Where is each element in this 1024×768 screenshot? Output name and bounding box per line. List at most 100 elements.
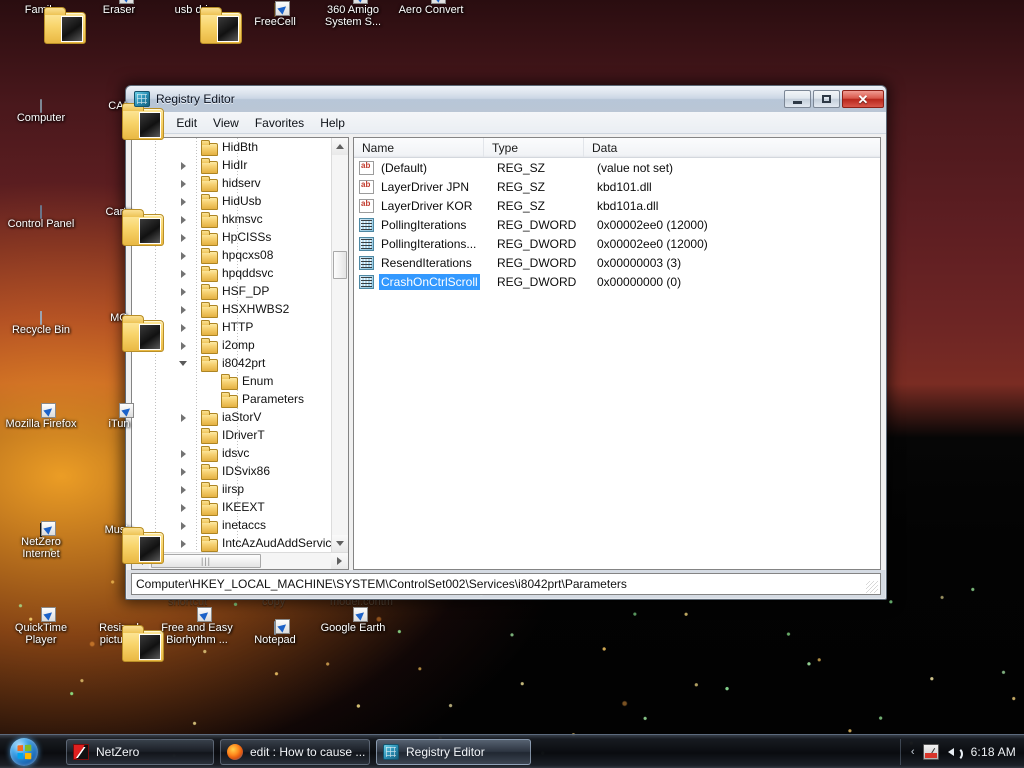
expand-arrow-icon[interactable] [178, 538, 189, 549]
menu-item-edit[interactable]: Edit [169, 114, 204, 132]
tree-hscroll-track[interactable]: ||| [149, 553, 331, 569]
tree-item[interactable]: i8042prt [132, 354, 331, 372]
desktop-icon-music[interactable]: Music [80, 524, 164, 564]
window-titlebar[interactable]: Registry Editor ✕ [126, 86, 886, 112]
menu-item-help[interactable]: Help [313, 114, 352, 132]
registry-values-pane[interactable]: Name Type Data (Default) REG_SZ (value not… [353, 137, 881, 570]
expand-arrow-icon[interactable] [178, 322, 189, 333]
network-icon[interactable] [922, 743, 939, 760]
tree-scroll-track[interactable] [332, 155, 348, 535]
expand-arrow-icon[interactable] [178, 268, 189, 279]
table-row[interactable]: PollingIterations REG_DWORD 0x00002ee0 (12… [354, 215, 880, 234]
expand-arrow-icon[interactable] [178, 502, 189, 513]
volume-icon[interactable] [947, 744, 963, 761]
column-header-name[interactable]: Name [354, 138, 484, 157]
tree-vertical-scrollbar[interactable] [331, 138, 348, 552]
column-header-data[interactable]: Data [584, 138, 880, 157]
tree-item[interactable]: IKEEXT [132, 498, 331, 516]
desktop-icon-recycle-bin[interactable]: Recycle Bin [2, 311, 80, 336]
table-row[interactable]: CrashOnCtrlScroll REG_DWORD 0x00000000 (0) [354, 272, 880, 291]
desktop-icon-resized-pictures[interactable]: Resized pictures [80, 622, 164, 662]
desktop-icon-google-earth[interactable]: Google Earth [314, 607, 392, 634]
taskbar-button-registry-editor[interactable]: Registry Editor [376, 738, 531, 765]
tree-item[interactable]: hpqddsvc [132, 264, 331, 282]
expand-arrow-icon[interactable] [178, 250, 189, 261]
expand-arrow-icon[interactable] [178, 340, 189, 351]
tree-item[interactable]: iaStorV [132, 408, 331, 426]
tree-item[interactable]: HidUsb [132, 192, 331, 210]
values-list[interactable]: (Default) REG_SZ (value not set) LayerDrive… [354, 158, 880, 569]
start-button[interactable] [2, 737, 46, 767]
column-header-type[interactable]: Type [484, 138, 584, 157]
tree-item[interactable]: HidBth [132, 138, 331, 156]
table-row[interactable]: LayerDriver JPN REG_SZ kbd101.dll [354, 177, 880, 196]
expand-arrow-icon[interactable] [178, 286, 189, 297]
tree-item[interactable]: iirsp [132, 480, 331, 498]
desktop-icon-itun[interactable]: iTun [80, 403, 158, 430]
desktop-icon-control-panel[interactable]: Control Panel [2, 205, 80, 230]
taskbar-button-netzero[interactable]: NetZero [66, 738, 214, 765]
expand-arrow-icon[interactable] [178, 520, 189, 531]
table-row[interactable]: PollingIterations... REG_DWORD 0x00002ee0 … [354, 234, 880, 253]
tree-item[interactable]: hidserv [132, 174, 331, 192]
tree-item[interactable]: inetaccs [132, 516, 331, 534]
tree-item[interactable]: HSF_DP [132, 282, 331, 300]
show-hidden-icons-icon[interactable]: ‹ [911, 746, 915, 758]
desktop-icon-mozilla-firefox[interactable]: Mozilla Firefox [2, 403, 80, 430]
values-column-header[interactable]: Name Type Data [354, 138, 880, 158]
clock[interactable]: 6:18 AM [971, 745, 1016, 759]
desktop-icon-notepad[interactable]: Notepad [236, 619, 314, 646]
expand-arrow-icon[interactable] [178, 448, 189, 459]
tree-scroll-thumb[interactable] [333, 251, 347, 279]
desktop-icon-computer[interactable]: Computer [2, 99, 80, 124]
desktop-icon-mo[interactable]: MO [80, 312, 164, 352]
taskbar[interactable]: NetZero edit : How to cause ... Registry E… [0, 734, 1024, 768]
table-row[interactable]: LayerDriver KOR REG_SZ kbd101a.dll [354, 196, 880, 215]
expand-arrow-icon[interactable] [178, 466, 189, 477]
desktop-icon-carto[interactable]: Carto [80, 206, 164, 246]
collapse-arrow-icon[interactable] [178, 358, 189, 369]
scroll-up-button[interactable] [332, 138, 348, 155]
minimize-button[interactable] [784, 90, 811, 108]
expand-arrow-icon[interactable] [178, 412, 189, 423]
tree-item[interactable]: idsvc [132, 444, 331, 462]
scroll-right-button[interactable] [331, 553, 348, 569]
menu-item-favorites[interactable]: Favorites [248, 114, 311, 132]
desktop-icon-aero-convert[interactable]: Aero Convert [392, 0, 470, 16]
registry-editor-window[interactable]: Registry Editor ✕ FileEditViewFavoritesH… [125, 85, 887, 600]
tree-item[interactable]: HSXHWBS2 [132, 300, 331, 318]
tree-item[interactable]: Enum [132, 372, 331, 390]
maximize-button[interactable] [813, 90, 840, 108]
expand-arrow-icon[interactable] [178, 214, 189, 225]
tree-item[interactable]: IDriverT [132, 426, 331, 444]
desktop-icon-freecell[interactable]: FreeCell [236, 1, 314, 28]
tree-item[interactable]: HidIr [132, 156, 331, 174]
system-tray[interactable]: ‹ 6:18 AM [899, 738, 1024, 765]
expand-arrow-icon[interactable] [178, 196, 189, 207]
table-row[interactable]: (Default) REG_SZ (value not set) [354, 158, 880, 177]
close-button[interactable]: ✕ [842, 90, 884, 108]
menu-item-view[interactable]: View [206, 114, 246, 132]
desktop-icon-family[interactable]: Family [2, 4, 86, 44]
registry-key-tree-pane[interactable]: HidBth HidIr hidserv HidUsb hkmsvc HpCISSs hpq… [131, 137, 349, 570]
expand-arrow-icon[interactable] [178, 484, 189, 495]
tree-item[interactable]: hpqcxs08 [132, 246, 331, 264]
taskbar-button-edit-how-to-cause[interactable]: edit : How to cause ... [220, 738, 370, 765]
menu-bar[interactable]: FileEditViewFavoritesHelp [126, 112, 886, 134]
resize-grip-icon[interactable] [866, 581, 878, 593]
table-row[interactable]: ResendIterations REG_DWORD 0x00000003 (3) [354, 253, 880, 272]
tree-horizontal-scrollbar[interactable]: ||| [132, 552, 348, 569]
expand-arrow-icon[interactable] [178, 232, 189, 243]
desktop-icon-quicktime-player[interactable]: QuickTime Player [2, 607, 80, 646]
expand-arrow-icon[interactable] [178, 160, 189, 171]
desktop-icon-free-and-easy-biorhythm[interactable]: Free and Easy Biorhythm ... [158, 607, 236, 646]
desktop-icon-eraser[interactable]: Eraser [80, 0, 158, 16]
expand-arrow-icon[interactable] [178, 178, 189, 189]
scroll-down-button[interactable] [332, 535, 348, 552]
tree-item[interactable]: IDSvix86 [132, 462, 331, 480]
desktop-icon-usb-drive[interactable]: usb drive [158, 4, 242, 44]
expand-arrow-icon[interactable] [178, 304, 189, 315]
tree-hscroll-thumb[interactable]: ||| [151, 554, 261, 568]
desktop[interactable]: shortcut copy model.contm Registry Edito… [0, 0, 1024, 768]
tree-item[interactable]: Parameters [132, 390, 331, 408]
